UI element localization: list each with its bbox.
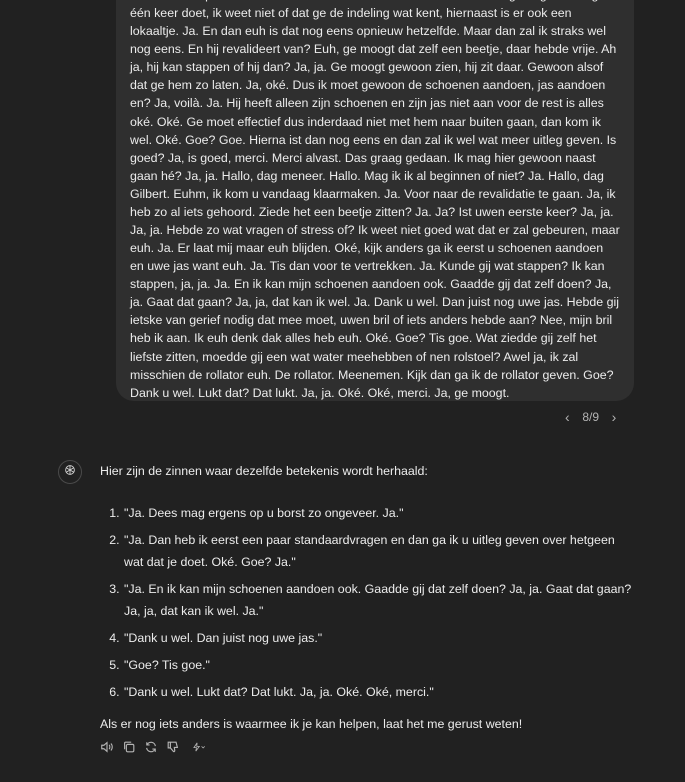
answer-list: "Ja. Dees mag ergens op u borst zo ongev… [100,502,636,703]
list-item: "Goe? Tis goe." [123,654,636,676]
next-version-button[interactable]: › [607,409,621,425]
list-item: "Ja. Dees mag ergens op u borst zo ongev… [123,502,636,524]
model-switch-icon[interactable] [188,740,210,754]
user-message-text: naar buiten lopen. Oké. Dan kom ik hier … [130,0,620,400]
list-item: "Ja. Dan heb ik eerst een paar standaard… [123,529,636,573]
assistant-avatar [58,460,82,484]
message-actions [100,740,210,754]
assistant-outro: Als er nog iets anders is waarmee ik je … [100,717,523,731]
previous-version-button[interactable]: ‹ [560,409,574,425]
openai-logo-icon [63,463,77,482]
assistant-intro: Hier zijn de zinnen waar dezelfde beteke… [100,464,428,478]
list-item: "Dank u wel. Dan juist nog uwe jas." [123,627,636,649]
copy-icon[interactable] [122,740,136,754]
version-indicator: 8/9 [582,410,599,424]
user-message-bubble: naar buiten lopen. Oké. Dan kom ik hier … [116,0,634,401]
list-item: "Ja. En ik kan mijn schoenen aandoen ook… [123,578,636,622]
thumbs-down-icon[interactable] [166,740,180,754]
read-aloud-icon[interactable] [100,740,114,754]
regenerate-icon[interactable] [144,740,158,754]
list-item: "Dank u wel. Lukt dat? Dat lukt. Ja, ja.… [123,681,636,703]
message-version-pager: ‹ 8/9 › [560,408,621,426]
